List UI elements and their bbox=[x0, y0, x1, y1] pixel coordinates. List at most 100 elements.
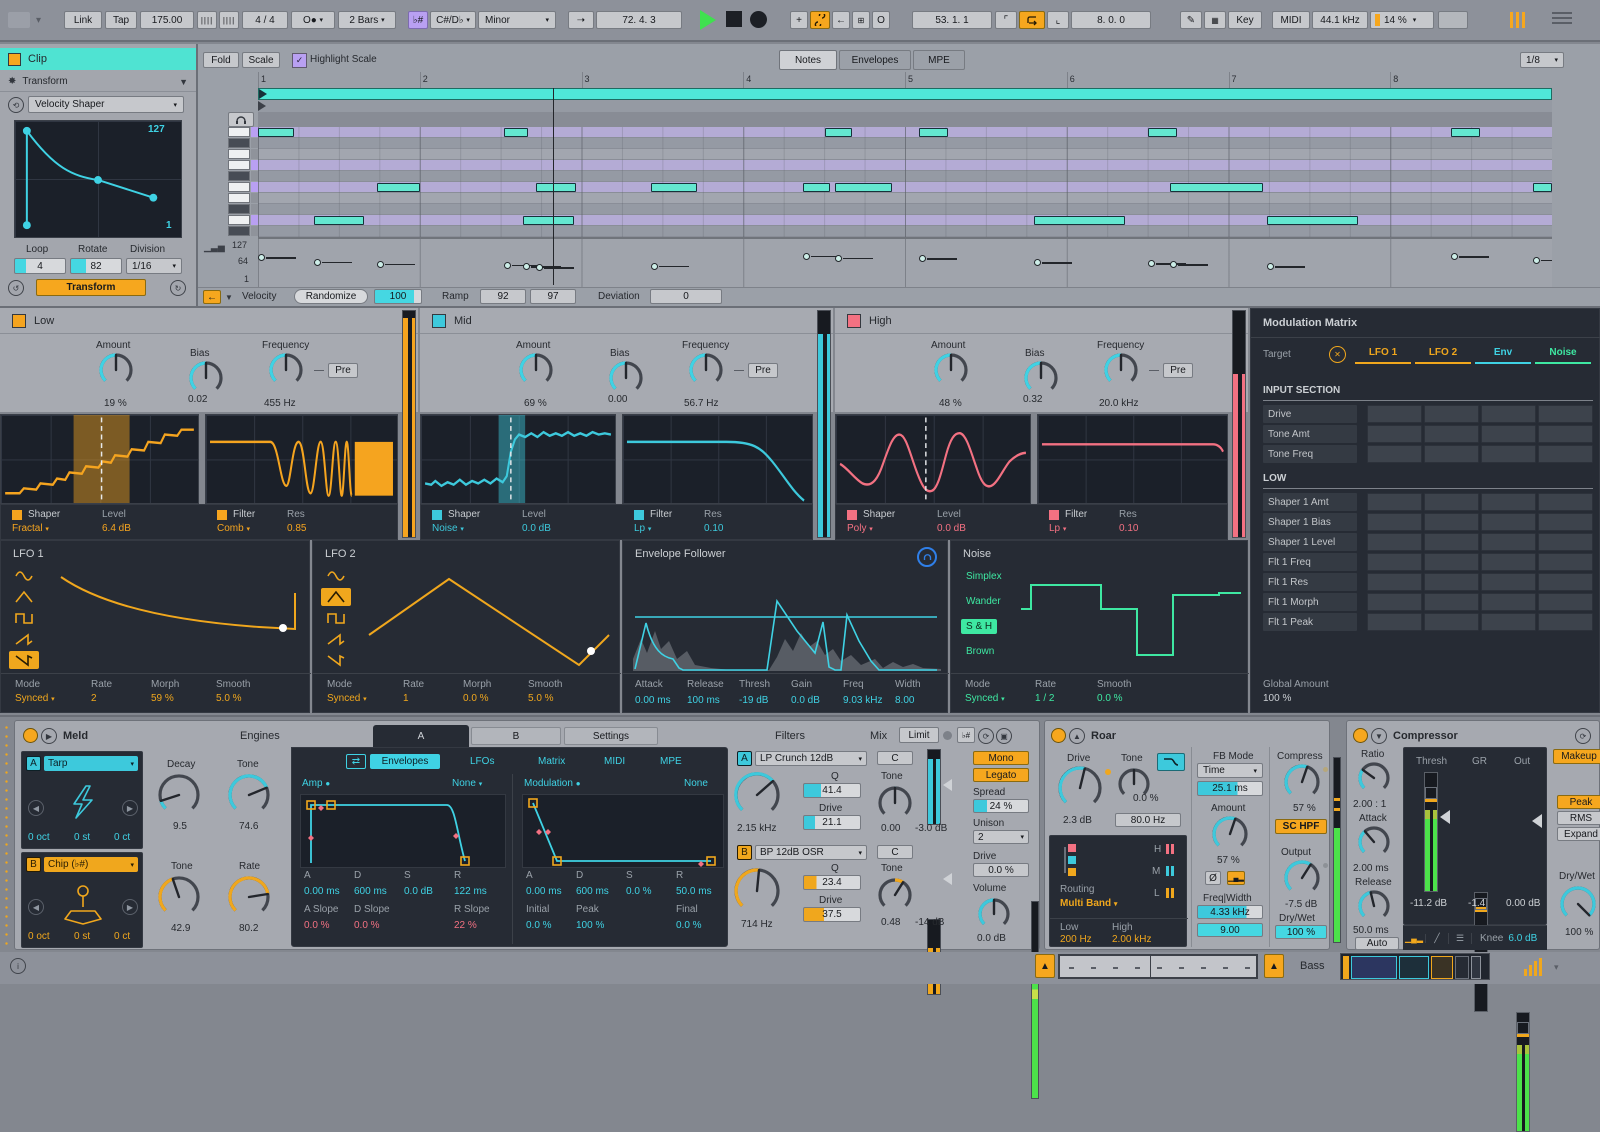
knee-value[interactable]: 6.0 dB bbox=[1508, 933, 1537, 944]
matrix-cell[interactable] bbox=[1481, 613, 1536, 631]
transform-apply-button[interactable]: Transform bbox=[36, 279, 146, 296]
band-amount-knob[interactable] bbox=[98, 352, 134, 388]
amp-adsr-value[interactable]: 600 ms bbox=[354, 886, 387, 897]
tab-notes[interactable]: Notes bbox=[779, 50, 837, 70]
note-grid[interactable] bbox=[258, 127, 1552, 237]
meld-tab-b[interactable]: B bbox=[471, 727, 561, 745]
piano-keys[interactable] bbox=[228, 127, 258, 237]
lfo1-smooth-value[interactable]: 5.0 % bbox=[216, 693, 242, 704]
matrix-cell[interactable] bbox=[1538, 553, 1593, 571]
lfo1-morph-value[interactable]: 59 % bbox=[151, 693, 174, 704]
metronome-icon[interactable]: |||| bbox=[197, 11, 217, 29]
compress-knob[interactable] bbox=[1283, 763, 1321, 801]
amp-adsr-value[interactable]: 0.0 dB bbox=[404, 886, 433, 897]
envfollower-listen-button[interactable] bbox=[917, 547, 937, 567]
global-amount-value[interactable]: 100 % bbox=[1263, 693, 1291, 704]
scale-root-selector[interactable]: C#/D♭ ▾ bbox=[430, 11, 476, 29]
engine-a-st[interactable]: 0 st bbox=[74, 832, 90, 843]
noise-type-s-h[interactable]: S & H bbox=[961, 619, 997, 634]
velocity-shaper-curve-editor[interactable] bbox=[14, 120, 182, 238]
punch-out-button[interactable]: ⌞ bbox=[1047, 11, 1069, 29]
matrix-target-env[interactable]: Env bbox=[1475, 347, 1531, 364]
engine-a-oct[interactable]: 0 oct bbox=[28, 832, 50, 843]
engine-a-next-button[interactable]: ▶ bbox=[122, 800, 138, 816]
midi-note[interactable] bbox=[536, 183, 576, 192]
transfer-curve-icon[interactable]: ╱ bbox=[1426, 933, 1449, 944]
unison-selector[interactable]: 2▾ bbox=[973, 830, 1029, 844]
roar-tone-freq-field[interactable]: 80.0 Hz bbox=[1115, 813, 1181, 827]
time-signature-field[interactable]: 4 / 4 bbox=[242, 11, 288, 29]
mix1-tone-value[interactable]: 0.00 bbox=[881, 823, 900, 834]
matrix-cell[interactable] bbox=[1538, 425, 1593, 443]
release-value[interactable]: 50.0 ms bbox=[1353, 925, 1389, 936]
lfo-wave-square-icon[interactable] bbox=[321, 609, 351, 627]
band-bias-value[interactable]: 0.32 bbox=[1023, 394, 1042, 405]
rms-button[interactable]: RMS bbox=[1557, 811, 1600, 825]
midi-note[interactable] bbox=[825, 128, 852, 137]
mix2-tone-value[interactable]: 0.48 bbox=[881, 917, 900, 928]
auto-release-button[interactable]: Auto bbox=[1355, 937, 1399, 950]
matrix-clear-button[interactable]: ✕ bbox=[1329, 346, 1346, 363]
midi-note[interactable] bbox=[835, 183, 892, 192]
noise-type-wander[interactable]: Wander bbox=[961, 594, 1006, 609]
shaper-enable-checkbox[interactable] bbox=[12, 510, 22, 520]
amp-env-route[interactable]: None ▾ bbox=[452, 778, 482, 789]
matrix-cell[interactable] bbox=[1367, 425, 1422, 443]
peak-button[interactable]: Peak bbox=[1557, 795, 1600, 809]
window-handle-icon[interactable] bbox=[8, 12, 30, 28]
band-amount-knob[interactable] bbox=[933, 352, 969, 388]
randomize-amount-field[interactable]: 100 bbox=[374, 289, 422, 304]
band-pre-button[interactable]: Pre bbox=[1163, 363, 1193, 378]
tap-button[interactable]: Tap bbox=[105, 11, 137, 29]
shaper-level-value[interactable]: 0.0 dB bbox=[937, 523, 966, 534]
velocity-marker[interactable] bbox=[651, 263, 658, 270]
engine-a-decay-knob[interactable] bbox=[157, 773, 201, 817]
matrix-cell[interactable] bbox=[1481, 445, 1536, 463]
lane-menu-arrow-icon[interactable]: ▼ bbox=[225, 293, 233, 302]
transform-loop-icon[interactable]: ↺ bbox=[8, 280, 24, 296]
matrix-cell[interactable] bbox=[1538, 593, 1593, 611]
loop-start-field[interactable]: 53. 1. 1 bbox=[912, 11, 992, 29]
groove-pool-selector[interactable]: O● ▾ bbox=[291, 11, 335, 29]
quantize-selector[interactable]: 2 Bars ▾ bbox=[338, 11, 396, 29]
lfo-wave-sine-icon[interactable] bbox=[9, 567, 39, 585]
roar-tone-value[interactable]: 0.0 % bbox=[1133, 793, 1159, 804]
output-meter-icon[interactable] bbox=[1524, 958, 1548, 976]
filter-enable-checkbox[interactable] bbox=[634, 510, 644, 520]
fw-width-field[interactable]: 9.00 bbox=[1197, 923, 1263, 937]
band-amount-value[interactable]: 19 % bbox=[104, 398, 127, 409]
meld-save-icon[interactable]: ▣ bbox=[996, 728, 1012, 744]
mix1-pan-field[interactable]: C bbox=[877, 751, 913, 765]
highlight-scale-checkbox[interactable]: ✓ bbox=[292, 53, 307, 68]
matrix-cell[interactable] bbox=[1424, 405, 1479, 423]
shaper-type-selector[interactable]: Poly ▾ bbox=[847, 523, 873, 534]
band-frequency-knob[interactable] bbox=[1103, 352, 1139, 388]
scale-mode-button[interactable]: ♭# bbox=[408, 11, 428, 29]
velocity-marker[interactable] bbox=[504, 262, 511, 269]
loop-switch[interactable] bbox=[1019, 11, 1045, 29]
meld-hot-swap-icon[interactable]: ⟳ bbox=[978, 728, 994, 744]
engine-b-ct[interactable]: 0 ct bbox=[114, 931, 130, 942]
noise-smooth-value[interactable]: 0.0 % bbox=[1097, 693, 1123, 704]
filter-b-drive-field[interactable]: 37.5 bbox=[803, 907, 861, 922]
tempo-field[interactable]: 175.00 bbox=[140, 11, 194, 29]
velocity-marker[interactable] bbox=[1533, 257, 1540, 264]
piano-key[interactable] bbox=[228, 226, 250, 236]
fb-time-field[interactable]: 25.1 ms bbox=[1197, 781, 1263, 796]
link-button[interactable]: Link bbox=[64, 11, 102, 29]
velocity-marker[interactable] bbox=[835, 255, 842, 262]
clip-header[interactable]: Clip bbox=[0, 48, 196, 70]
mod-stage-value[interactable]: 100 % bbox=[576, 920, 604, 931]
piano-key[interactable] bbox=[228, 215, 250, 225]
matrix-target-lfo-2[interactable]: LFO 2 bbox=[1415, 347, 1471, 364]
matrix-cell[interactable] bbox=[1481, 533, 1536, 551]
midi-note[interactable] bbox=[377, 183, 420, 192]
filter-enable-checkbox[interactable] bbox=[217, 510, 227, 520]
engine-b-st[interactable]: 0 st bbox=[74, 931, 90, 942]
velocity-lane[interactable] bbox=[258, 237, 1552, 287]
midi-note[interactable] bbox=[504, 128, 529, 137]
capture-circle-button[interactable]: O bbox=[872, 11, 890, 29]
midi-note[interactable] bbox=[1034, 216, 1125, 225]
thresh-meter[interactable] bbox=[1424, 772, 1438, 892]
filter-a-q-field[interactable]: 41.4 bbox=[803, 783, 861, 798]
